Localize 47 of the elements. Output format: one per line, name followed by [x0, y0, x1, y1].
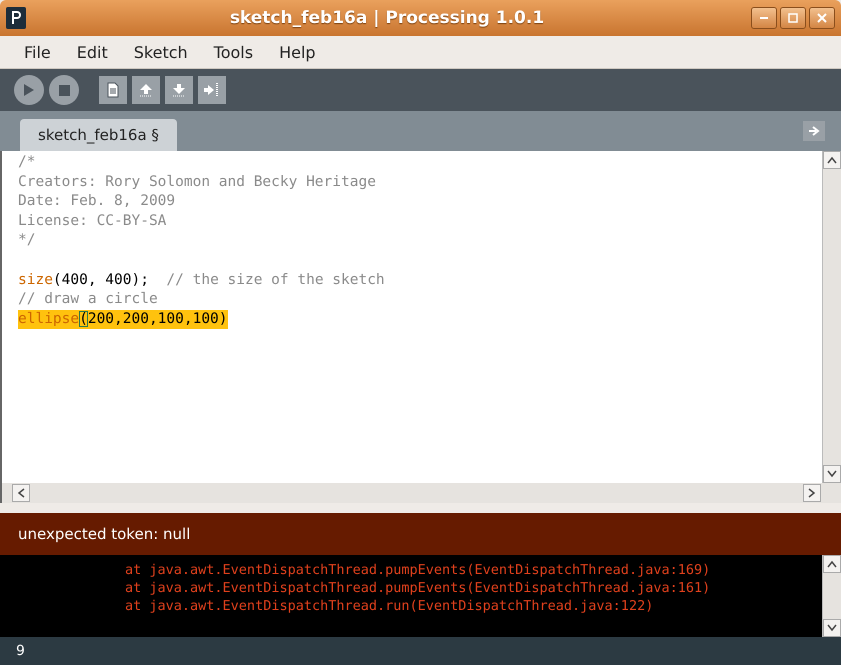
- menu-item[interactable]: Edit: [64, 38, 120, 66]
- export-arrow-icon: [203, 82, 221, 98]
- stop-icon: [58, 84, 70, 96]
- save-button[interactable]: [165, 76, 193, 104]
- close-icon: [817, 13, 827, 23]
- new-button[interactable]: [99, 76, 127, 104]
- right-arrow-icon: [808, 126, 820, 136]
- minimize-button[interactable]: [751, 7, 777, 29]
- app-logo-icon: [6, 7, 26, 29]
- run-button[interactable]: [14, 75, 44, 105]
- menu-item[interactable]: Tools: [202, 38, 266, 66]
- code-comment: /*: [18, 154, 36, 170]
- menu-item[interactable]: Sketch: [122, 38, 200, 66]
- code-text: (400, 400);: [52, 272, 150, 288]
- error-message: unexpected token: null: [0, 513, 841, 555]
- vertical-scrollbar[interactable]: [822, 151, 841, 483]
- console-output: at java.awt.EventDispatchThread.pumpEvents(EventDispatchThread.java:169) at java.awt.EventDispatchThread.pumpEvents(EventDispatchThread.java:161) at java.awt.EventDispatchThread.run(EventDispatchThread.java:122): [124, 561, 712, 616]
- code-comment: Creators: Rory Solomon and Becky Heritage: [18, 174, 376, 190]
- minimize-icon: [759, 17, 769, 19]
- maximize-icon: [788, 13, 798, 23]
- play-icon: [23, 83, 35, 97]
- close-button[interactable]: [809, 7, 835, 29]
- export-button[interactable]: [198, 76, 226, 104]
- code-text: 200,200,100,100): [88, 310, 228, 327]
- sketch-tab[interactable]: sketch_feb16a §: [20, 119, 177, 151]
- code-comment: Date: Feb. 8, 2009: [18, 193, 176, 210]
- code-comment: License: CC-BY-SA: [18, 212, 166, 229]
- code-text: size: [18, 272, 53, 288]
- line-number: 9: [0, 637, 841, 665]
- window-title: sketch_feb16a | Processing 1.0.1: [228, 8, 546, 28]
- up-arrow-icon: [138, 82, 154, 98]
- code-comment: // the size of the sketch: [166, 272, 385, 288]
- open-button[interactable]: [132, 76, 160, 104]
- document-icon: [107, 82, 119, 98]
- text-cursor: (: [79, 310, 88, 327]
- horizontal-scrollbar[interactable]: [0, 483, 841, 503]
- code-comment: */: [18, 232, 36, 248]
- code-comment: // draw a circle: [18, 291, 158, 308]
- vertical-scrollbar[interactable]: [822, 555, 841, 637]
- menu-item[interactable]: Help: [267, 38, 328, 66]
- down-arrow-icon: [171, 82, 187, 98]
- maximize-button[interactable]: [780, 7, 806, 29]
- stop-button[interactable]: [49, 75, 79, 105]
- tab-menu-button[interactable]: [803, 121, 825, 141]
- menu-item[interactable]: File: [12, 38, 63, 66]
- code-text: ellipse: [18, 310, 80, 327]
- code-editor[interactable]: /* Creators: Rory Solomon and Becky Heritage Date: Feb. 8, 2009 License: CC-BY-SA */ size(400, 400); // the size of the sketch // draw a circle ellipse(200,200,100,100): [2, 151, 822, 483]
